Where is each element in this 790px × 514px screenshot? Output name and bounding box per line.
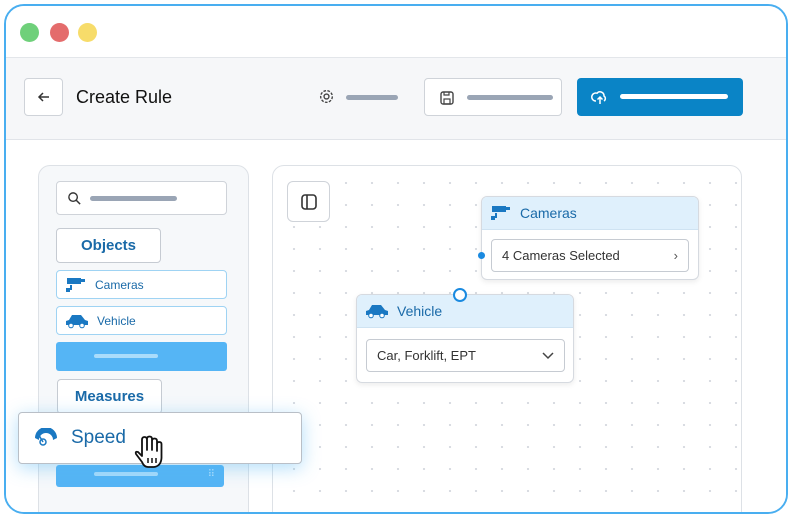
section-measures[interactable]: Measures (57, 379, 162, 414)
search-input[interactable] (56, 181, 227, 215)
search-icon (68, 192, 81, 205)
publish-button[interactable] (577, 78, 743, 116)
toggle-sidebar-button[interactable] (287, 181, 330, 222)
camera-icon (491, 206, 510, 220)
sidebar-item-label: Vehicle (97, 313, 136, 328)
speedometer-icon (35, 428, 57, 446)
item-label-placeholder (94, 472, 158, 476)
vehicle-node[interactable]: Vehicle Car, Forklift, EPT (356, 294, 574, 383)
sidebar-item-label: Cameras (95, 277, 144, 292)
sidebar-item-cameras[interactable]: Cameras (56, 270, 227, 299)
search-placeholder (90, 196, 177, 201)
node-header: Vehicle (357, 295, 573, 328)
cameras-select[interactable]: 4 Cameras Selected › (491, 239, 689, 272)
hand-cursor-icon (134, 435, 163, 468)
cloud-upload-icon (591, 91, 607, 104)
select-value: 4 Cameras Selected (502, 248, 620, 263)
back-button[interactable] (24, 78, 63, 116)
dragged-item-label: Speed (71, 427, 126, 448)
vehicle-select[interactable]: Car, Forklift, EPT (366, 339, 565, 372)
yellow-window-button[interactable] (78, 23, 97, 42)
page-title: Create Rule (76, 87, 173, 107)
gear-icon[interactable] (318, 88, 335, 105)
publish-label-placeholder (620, 94, 728, 99)
select-value: Car, Forklift, EPT (377, 348, 476, 363)
sidebar-item-placeholder[interactable] (56, 342, 227, 371)
node-title: Vehicle (397, 303, 443, 319)
rule-canvas[interactable]: Cameras 4 Cameras Selected › Vehicle Car… (272, 165, 742, 512)
node-title: Cameras (520, 205, 577, 221)
red-window-button[interactable] (50, 23, 69, 42)
section-objects[interactable]: Objects (56, 228, 161, 263)
arrow-left-icon (37, 92, 49, 102)
connection-port-input[interactable] (453, 288, 467, 302)
toolbar: Create Rule (6, 58, 786, 140)
drag-handle-icon[interactable]: ⠿ (208, 469, 215, 480)
floppy-disk-icon (440, 91, 454, 105)
cameras-node[interactable]: Cameras 4 Cameras Selected › (481, 196, 699, 280)
item-label-placeholder (94, 354, 158, 358)
save-label-placeholder (467, 95, 553, 100)
green-window-button[interactable] (20, 23, 39, 42)
car-icon (366, 305, 388, 319)
camera-icon (66, 277, 85, 292)
car-icon (66, 314, 88, 328)
chevron-right-icon: › (673, 248, 678, 263)
title-bar (6, 6, 786, 58)
sidebar-item-vehicle[interactable]: Vehicle (56, 306, 227, 335)
settings-label-placeholder[interactable] (346, 95, 398, 100)
save-button[interactable] (424, 78, 562, 116)
chevron-down-icon (542, 351, 554, 359)
node-header: Cameras (482, 197, 698, 230)
connection-port[interactable] (478, 252, 485, 259)
sidebar-panel-icon (300, 193, 317, 210)
